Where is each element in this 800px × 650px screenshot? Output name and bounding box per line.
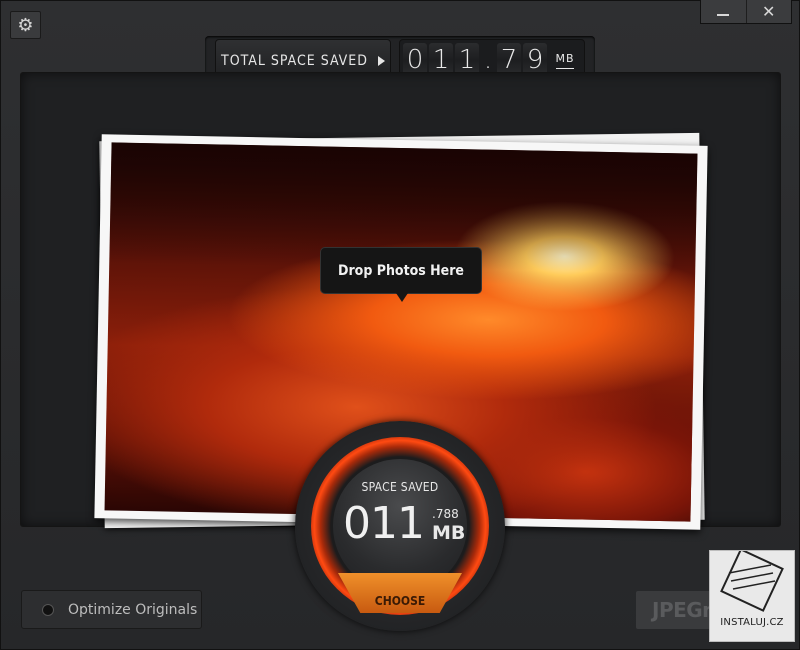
close-button[interactable]: ✕ xyxy=(745,0,792,23)
play-arrow-icon xyxy=(377,56,385,66)
counter-unit-label: MB xyxy=(555,51,575,65)
dial-unit: MB xyxy=(432,522,466,544)
counter-unit-underline xyxy=(556,67,574,69)
optimize-originals-toggle[interactable]: Optimize Originals xyxy=(21,590,202,629)
settings-button[interactable]: ⚙ xyxy=(10,11,41,39)
watermark-caption: INSTALUJ.CZ xyxy=(720,617,784,628)
close-icon: ✕ xyxy=(762,2,776,21)
minimize-icon xyxy=(717,13,730,16)
minimize-button[interactable] xyxy=(701,0,746,23)
optimize-radio[interactable] xyxy=(42,603,54,616)
total-space-saved-label: TOTAL SPACE SAVED xyxy=(221,53,368,69)
dial-decimal: .788 xyxy=(432,507,459,521)
watermark: INSTALUJ.CZ xyxy=(709,550,795,642)
choose-label: CHOOSE xyxy=(374,594,426,608)
gear-icon: ⚙ xyxy=(17,14,34,36)
window-controls: ✕ xyxy=(700,0,792,24)
optimize-label: Optimize Originals xyxy=(68,601,198,618)
watermark-logo-icon xyxy=(720,551,784,612)
drop-photos-tooltip: Drop Photos Here xyxy=(320,247,482,302)
dial-value: 011 xyxy=(343,498,425,549)
dial-title: SPACE SAVED xyxy=(361,480,439,494)
